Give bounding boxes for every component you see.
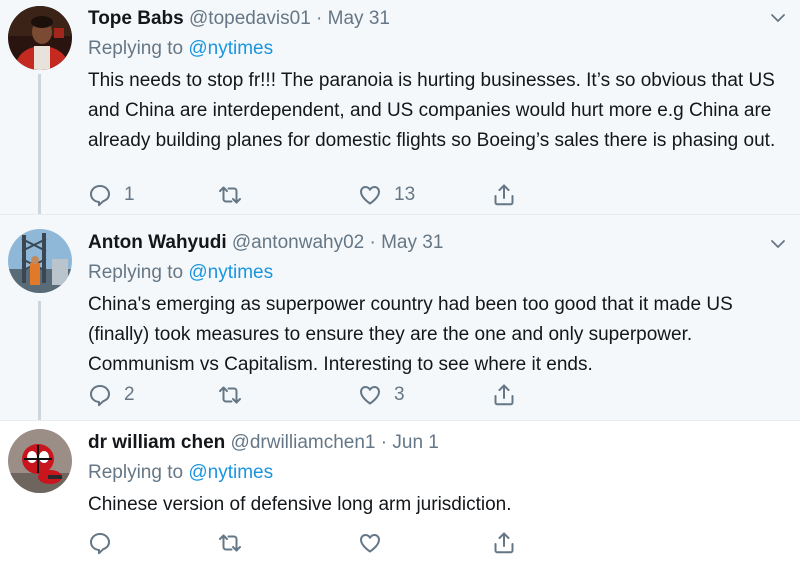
tweet-date[interactable]: · Jun 1 — [381, 432, 439, 453]
tweet[interactable]: Anton Wahyudi @antonwahy02 · May 31 Repl… — [0, 215, 800, 420]
tweet-text: Chinese version of defensive long arm ju… — [88, 494, 512, 515]
retweet-button[interactable] — [218, 180, 254, 210]
retweet-icon — [218, 183, 242, 207]
retweet-icon — [218, 531, 242, 555]
like-button[interactable]: 3 — [358, 380, 405, 410]
replying-to-handle[interactable]: @nytimes — [188, 38, 273, 59]
thread-line — [38, 74, 41, 214]
avatar-image — [8, 229, 72, 293]
tweet-actions: 1 13 — [88, 180, 528, 210]
tweet[interactable]: dr william chen @drwilliamchen1 · Jun 1 … — [0, 421, 800, 574]
avatar-image — [8, 6, 72, 70]
replying-to-label: Replying to — [88, 38, 184, 59]
tweet-text: China's emerging as superpower country h… — [88, 294, 733, 375]
user-handle[interactable]: @antonwahy02 — [232, 232, 364, 253]
avatar[interactable] — [8, 229, 72, 293]
like-button[interactable] — [358, 528, 394, 558]
share-button[interactable] — [492, 180, 516, 210]
reply-icon — [88, 531, 112, 555]
replying-to-label: Replying to — [88, 462, 184, 483]
share-icon — [492, 531, 516, 555]
user-handle[interactable]: @topedavis01 — [189, 8, 311, 29]
replying-to: Replying to @nytimes — [88, 260, 780, 286]
reply-count: 2 — [124, 384, 135, 405]
like-count: 3 — [394, 384, 405, 405]
thread-line — [38, 301, 41, 420]
replying-to-handle[interactable]: @nytimes — [188, 462, 273, 483]
reply-count: 1 — [124, 184, 135, 205]
reply-button[interactable] — [88, 528, 124, 558]
tweet-actions: 2 3 — [88, 380, 528, 410]
share-button[interactable] — [492, 528, 516, 558]
replying-to-label: Replying to — [88, 262, 184, 283]
tweet-date[interactable]: · May 31 — [370, 232, 444, 253]
replying-to-handle[interactable]: @nytimes — [188, 262, 273, 283]
replying-to: Replying to @nytimes — [88, 460, 780, 486]
avatar[interactable] — [8, 6, 72, 70]
like-button[interactable]: 13 — [358, 180, 415, 210]
heart-icon — [358, 383, 382, 407]
replying-to: Replying to @nytimes — [88, 36, 780, 62]
tweet-header: Anton Wahyudi @antonwahy02 · May 31 — [88, 230, 780, 256]
display-name[interactable]: dr william chen — [88, 432, 225, 453]
chevron-down-icon[interactable] — [770, 238, 786, 250]
heart-icon — [358, 531, 382, 555]
tweet-header: dr william chen @drwilliamchen1 · Jun 1 — [88, 430, 780, 456]
reply-icon — [88, 383, 112, 407]
retweet-icon — [218, 383, 242, 407]
share-icon — [492, 383, 516, 407]
avatar[interactable] — [8, 429, 72, 493]
chevron-down-icon[interactable] — [770, 12, 786, 24]
tweet-header: Tope Babs @topedavis01 · May 31 — [88, 6, 780, 32]
heart-icon — [358, 183, 382, 207]
retweet-button[interactable] — [218, 528, 254, 558]
tweet-actions — [88, 528, 528, 558]
user-handle[interactable]: @drwilliamchen1 — [231, 432, 376, 453]
share-button[interactable] — [492, 380, 516, 410]
avatar-image — [8, 429, 72, 493]
display-name[interactable]: Tope Babs — [88, 8, 184, 29]
display-name[interactable]: Anton Wahyudi — [88, 232, 227, 253]
like-count: 13 — [394, 184, 416, 205]
tweet-date[interactable]: · May 31 — [316, 8, 390, 29]
retweet-button[interactable] — [218, 380, 254, 410]
reply-button[interactable]: 1 — [88, 180, 135, 210]
tweet[interactable]: Tope Babs @topedavis01 · May 31 Replying… — [0, 0, 800, 214]
reply-button[interactable]: 2 — [88, 380, 135, 410]
share-icon — [492, 183, 516, 207]
tweet-text: This needs to stop fr!!! The paranoia is… — [88, 70, 776, 151]
reply-icon — [88, 183, 112, 207]
